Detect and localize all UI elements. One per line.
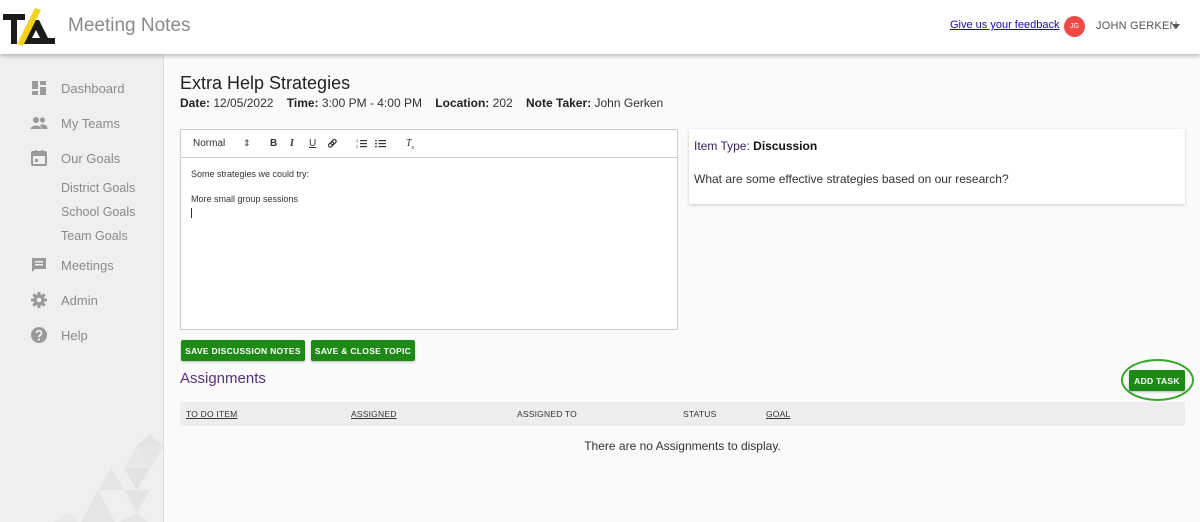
column-header-goal[interactable]: GOAL <box>766 409 790 419</box>
item-info-card: Item Type: Discussion What are some effe… <box>689 129 1185 204</box>
note-taker-value: John Gerken <box>594 96 664 110</box>
sidebar-item-admin[interactable]: Admin <box>0 286 163 316</box>
location-label: Location: <box>435 96 490 110</box>
sidebar-item-my-teams[interactable]: My Teams <box>0 109 163 139</box>
item-question: What are some effective strategies based… <box>694 172 1009 186</box>
chat-icon <box>32 258 46 272</box>
editor-toolbar: Normal ⇕ B I U 12 Tx <box>181 130 677 158</box>
help-icon <box>31 327 47 343</box>
sidebar-item-label: Admin <box>61 293 98 308</box>
sidebar-item-label: My Teams <box>61 116 120 131</box>
underline-icon[interactable]: U <box>309 138 316 149</box>
page-title: Extra Help Strategies <box>180 73 351 93</box>
format-select[interactable]: Normal <box>193 138 225 149</box>
column-header-todo[interactable]: TO DO ITEM <box>186 409 237 419</box>
sidebar-item-label: Help <box>61 328 88 343</box>
time-label: Time: <box>286 96 319 110</box>
dashboard-icon <box>32 81 46 95</box>
column-header-assigned-to: ASSIGNED TO <box>517 409 577 419</box>
clear-format-icon[interactable]: Tx <box>406 138 414 151</box>
empty-assignments-message: There are no Assignments to display. <box>584 439 781 453</box>
feedback-link[interactable]: Give us your feedback <box>950 19 1059 31</box>
decorative-triangles <box>53 434 163 522</box>
sidebar-item-our-goals[interactable]: Our Goals <box>0 144 163 174</box>
sidebar-subitem-team-goals[interactable]: Team Goals <box>61 229 128 243</box>
note-taker-label: Note Taker: <box>526 96 592 110</box>
bullet-list-icon[interactable] <box>375 138 386 149</box>
sidebar-item-label: Our Goals <box>61 151 121 166</box>
gear-icon <box>31 292 47 308</box>
calendar-icon <box>31 150 47 166</box>
people-icon <box>30 117 48 129</box>
svg-text:1: 1 <box>356 138 359 143</box>
avatar[interactable]: JG <box>1064 16 1085 37</box>
date-label: Date: <box>180 96 211 110</box>
location-value: 202 <box>492 96 513 110</box>
ordered-list-icon[interactable]: 12 <box>356 138 367 149</box>
save-discussion-notes-button[interactable]: SAVE DISCUSSION NOTES <box>181 340 305 361</box>
column-header-status: STATUS <box>683 409 717 419</box>
sidebar-item-label: Dashboard <box>61 81 125 96</box>
top-bar: Meeting Notes Give us your feedback JG J… <box>0 0 1200 54</box>
item-type-label: Item Type: <box>694 139 750 153</box>
sidebar-subitem-school-goals[interactable]: School Goals <box>61 205 135 219</box>
time-value: 3:00 PM - 4:00 PM <box>321 96 422 110</box>
sidebar: Dashboard My Teams Our Goals District Go… <box>0 54 164 522</box>
app-title: Meeting Notes <box>68 15 191 36</box>
assignments-table-header: TO DO ITEM ASSIGNED ASSIGNED TO STATUS G… <box>180 402 1185 426</box>
chevron-down-icon[interactable] <box>1172 24 1180 29</box>
editor-line: Some strategies we could try: <box>191 169 310 179</box>
sidebar-item-meetings[interactable]: Meetings <box>0 251 163 281</box>
text-cursor <box>191 207 192 218</box>
editor-line: More small group sessions <box>191 194 299 204</box>
bold-icon[interactable]: B <box>270 138 277 149</box>
notes-editor: Normal ⇕ B I U 12 Tx Some strategies we … <box>180 129 678 330</box>
user-menu[interactable]: JOHN GERKEN <box>1096 20 1178 32</box>
italic-icon[interactable]: I <box>290 138 294 149</box>
date-value: 12/05/2022 <box>213 96 274 110</box>
app-logo[interactable] <box>3 6 55 46</box>
item-type-value: Discussion <box>753 139 818 153</box>
editor-content[interactable]: Some strategies we could try: More small… <box>181 158 677 231</box>
link-icon[interactable] <box>327 138 338 149</box>
add-task-button[interactable]: ADD TASK <box>1129 370 1185 391</box>
assignments-title: Assignments <box>180 370 266 387</box>
select-arrows-icon[interactable]: ⇕ <box>243 138 251 149</box>
sidebar-subitem-district-goals[interactable]: District Goals <box>61 181 135 195</box>
svg-text:2: 2 <box>356 144 359 149</box>
sidebar-item-help[interactable]: Help <box>0 321 163 351</box>
item-type: Item Type: Discussion <box>694 139 817 153</box>
sidebar-item-label: Meetings <box>61 258 114 273</box>
column-header-assigned[interactable]: ASSIGNED <box>351 409 397 419</box>
meeting-meta: Date: 12/05/2022 Time: 3:00 PM - 4:00 PM… <box>180 96 663 110</box>
save-close-topic-button[interactable]: SAVE & CLOSE TOPIC <box>311 340 415 361</box>
sidebar-item-dashboard[interactable]: Dashboard <box>0 74 163 104</box>
